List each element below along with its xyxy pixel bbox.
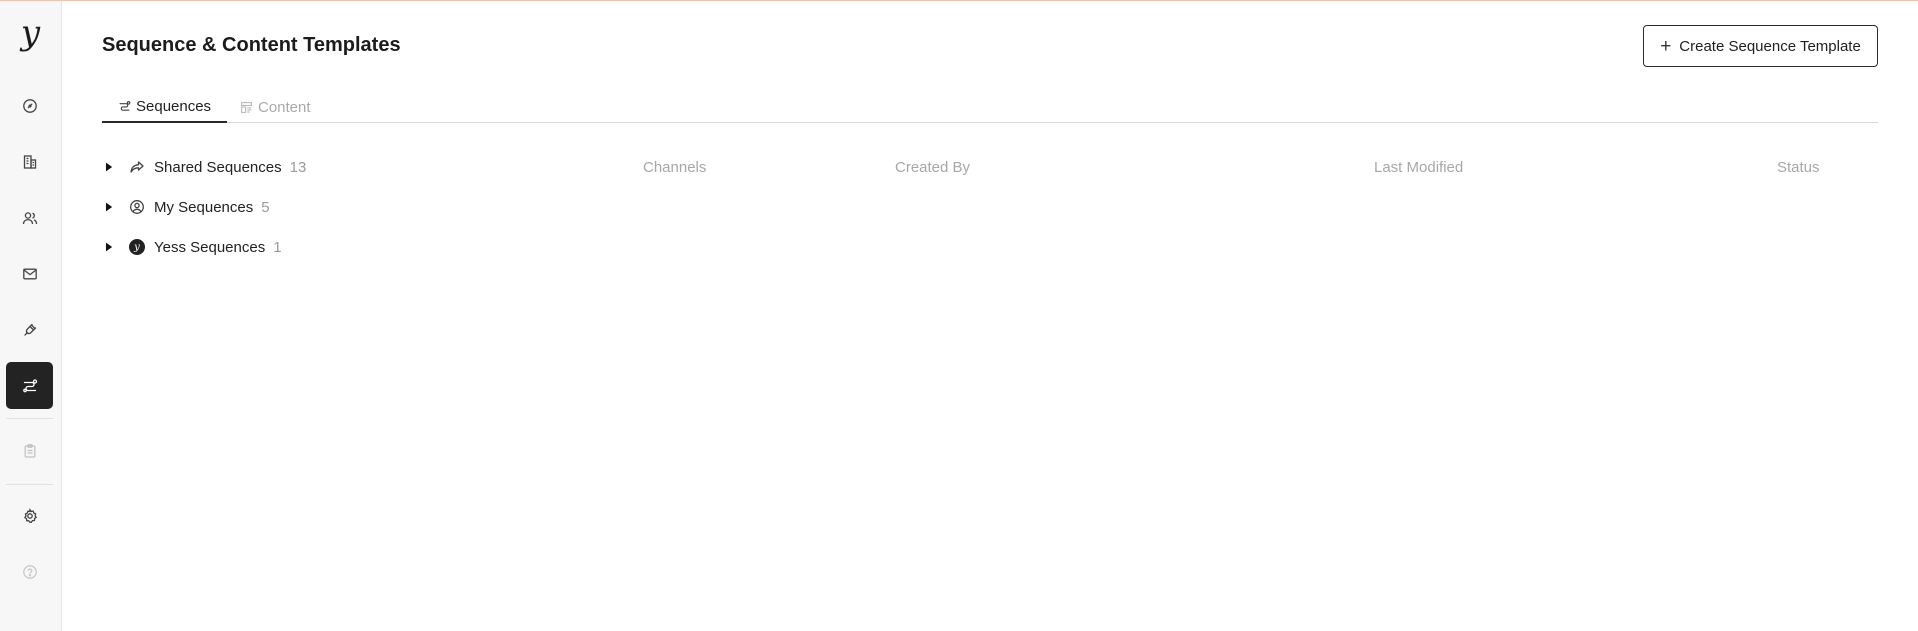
group-row-my-sequences[interactable]: My Sequences 5 [102, 195, 270, 219]
sidebar-item-help[interactable] [6, 548, 53, 595]
sidebar: y [0, 1, 62, 631]
caret-right-icon[interactable] [106, 242, 116, 252]
sidebar-item-integrations[interactable] [6, 306, 53, 353]
sidebar-divider [6, 484, 53, 485]
caret-right-icon[interactable] [106, 202, 116, 212]
group-row-yess-sequences[interactable]: y Yess Sequences 1 [102, 235, 282, 259]
sidebar-item-companies[interactable] [6, 138, 53, 185]
sidebar-item-inbox[interactable] [6, 250, 53, 297]
create-sequence-template-button[interactable]: + Create Sequence Template [1643, 25, 1878, 67]
tab-content[interactable]: Content [224, 92, 327, 123]
sidebar-item-dashboard[interactable] [6, 82, 53, 129]
group-label: My Sequences [154, 198, 254, 216]
group-label: Yess Sequences [154, 238, 266, 256]
group-count: 1 [273, 238, 282, 256]
yess-logo-icon: y [128, 238, 146, 256]
users-icon [22, 211, 37, 224]
tab-label: Sequences [136, 98, 212, 115]
plug-icon [23, 323, 36, 336]
column-header-status[interactable]: Status [1777, 159, 1820, 176]
tab-label: Content [258, 99, 311, 116]
column-header-channels[interactable]: Channels [643, 159, 706, 176]
group-count: 13 [289, 158, 307, 176]
sidebar-divider [6, 418, 53, 419]
help-icon [22, 564, 37, 579]
mail-icon [22, 268, 37, 279]
tab-bar: Sequences Content [102, 92, 1878, 123]
content-icon [241, 102, 252, 113]
tab-sequences[interactable]: Sequences [102, 92, 228, 123]
user-circle-icon [128, 198, 146, 216]
app-logo[interactable]: y [0, 11, 61, 55]
clipboard-icon [24, 443, 35, 458]
gauge-icon [22, 98, 37, 113]
column-header-last-modified[interactable]: Last Modified [1374, 159, 1463, 176]
group-label: Shared Sequences [154, 158, 282, 176]
top-accent-line [0, 0, 1918, 1]
share-icon [128, 158, 146, 176]
caret-right-icon[interactable] [106, 162, 116, 172]
gear-icon [23, 507, 37, 523]
yess-badge: y [129, 239, 145, 255]
group-row-shared-sequences[interactable]: Shared Sequences 13 [102, 155, 306, 179]
create-button-label: Create Sequence Template [1679, 37, 1861, 55]
sequences-icon [22, 378, 37, 392]
group-count: 5 [261, 198, 270, 216]
building-icon [23, 154, 36, 169]
page-title: Sequence & Content Templates [102, 34, 401, 56]
sidebar-item-contacts[interactable] [6, 194, 53, 241]
sequences-icon [119, 101, 131, 111]
sidebar-item-settings[interactable] [6, 492, 53, 539]
sidebar-item-sequences[interactable] [6, 362, 53, 409]
plus-icon: + [1660, 35, 1672, 57]
column-header-created-by[interactable]: Created By [895, 159, 970, 176]
sidebar-item-tasks[interactable] [6, 427, 53, 474]
